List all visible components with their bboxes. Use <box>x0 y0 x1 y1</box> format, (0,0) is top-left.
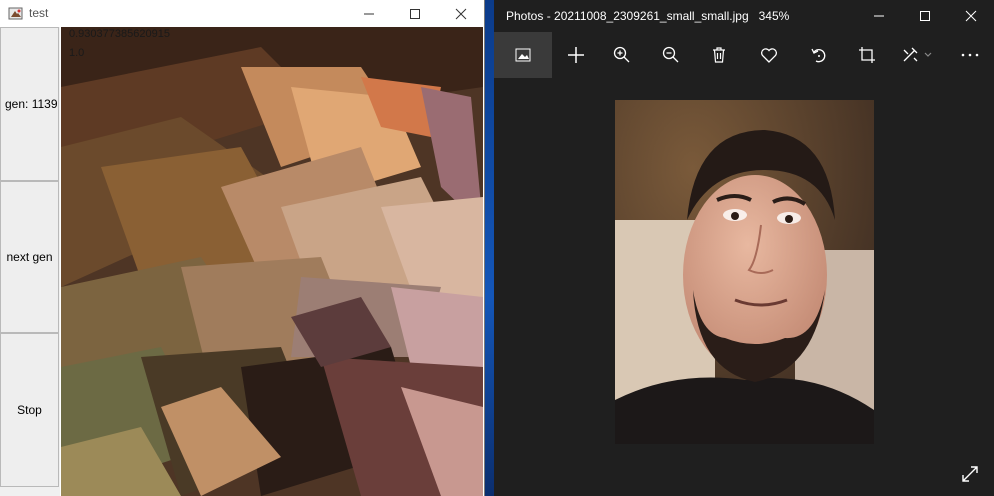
maximize-button[interactable] <box>392 0 438 27</box>
next-gen-label: next gen <box>6 250 53 264</box>
maximize-icon <box>920 11 930 21</box>
crop-icon <box>859 47 875 63</box>
zoom-out-icon <box>662 46 679 63</box>
portrait-image <box>615 100 874 444</box>
delete-icon <box>713 47 725 63</box>
view-photo-button[interactable] <box>494 32 552 78</box>
photos-window: Photos - 20211008_2309261_small_small.jp… <box>494 0 994 496</box>
minimize-button[interactable] <box>346 0 392 27</box>
fullscreen-icon[interactable] <box>960 464 980 484</box>
photos-minimize-button[interactable] <box>856 0 902 32</box>
favorite-button[interactable] <box>746 32 792 78</box>
button-panel: gen: 11399 next gen Stop <box>0 27 60 496</box>
minimize-icon <box>364 13 374 14</box>
window-title: test <box>29 6 49 20</box>
photos-close-button[interactable] <box>948 0 994 32</box>
polygon-art <box>61 27 483 496</box>
photos-titlebar[interactable]: Photos - 20211008_2309261_small_small.jp… <box>494 0 994 32</box>
zoom-out-button[interactable] <box>648 32 694 78</box>
more-button[interactable] <box>947 32 993 78</box>
zoom-level: 345% <box>758 9 790 23</box>
photos-toolbar <box>494 32 994 78</box>
zoom-in-button[interactable] <box>599 32 645 78</box>
more-icon <box>961 53 979 57</box>
gen-button[interactable]: gen: 11399 <box>0 27 59 181</box>
java-app-icon <box>8 7 23 20</box>
edit-icon <box>903 47 932 62</box>
zoom-in-icon <box>613 46 630 63</box>
close-icon <box>455 8 467 19</box>
photo-icon <box>515 48 531 62</box>
render-canvas: 0.930377385620915 1.0 <box>61 27 483 496</box>
test-window: test gen: 11399 next gen Stop 0.93037738… <box>0 0 485 496</box>
fitness-readout: 0.930377385620915 <box>69 28 170 40</box>
photos-maximize-button[interactable] <box>902 0 948 32</box>
add-icon <box>568 47 584 63</box>
photos-title-text: Photos - 20211008_2309261_small_small.jp… <box>506 9 789 23</box>
close-icon <box>965 10 977 22</box>
add-button[interactable] <box>553 32 599 78</box>
rotate-button[interactable] <box>796 32 842 78</box>
edit-button[interactable] <box>894 32 940 78</box>
photos-title: Photos - 20211008_2309261_small_small.jp… <box>506 9 749 23</box>
scale-readout: 1.0 <box>69 47 85 59</box>
crop-button[interactable] <box>844 32 890 78</box>
stop-label: Stop <box>17 403 42 417</box>
close-button[interactable] <box>438 0 484 27</box>
rotate-icon <box>811 48 826 63</box>
next-gen-button[interactable]: next gen <box>0 181 59 333</box>
test-window-titlebar[interactable]: test <box>0 0 484 27</box>
stop-button[interactable]: Stop <box>0 333 59 487</box>
minimize-icon <box>874 15 884 17</box>
displayed-photo <box>615 100 874 444</box>
maximize-icon <box>410 8 420 19</box>
favorite-icon <box>761 48 777 63</box>
delete-button[interactable] <box>696 32 742 78</box>
gen-label: gen: 11399 <box>5 97 59 111</box>
